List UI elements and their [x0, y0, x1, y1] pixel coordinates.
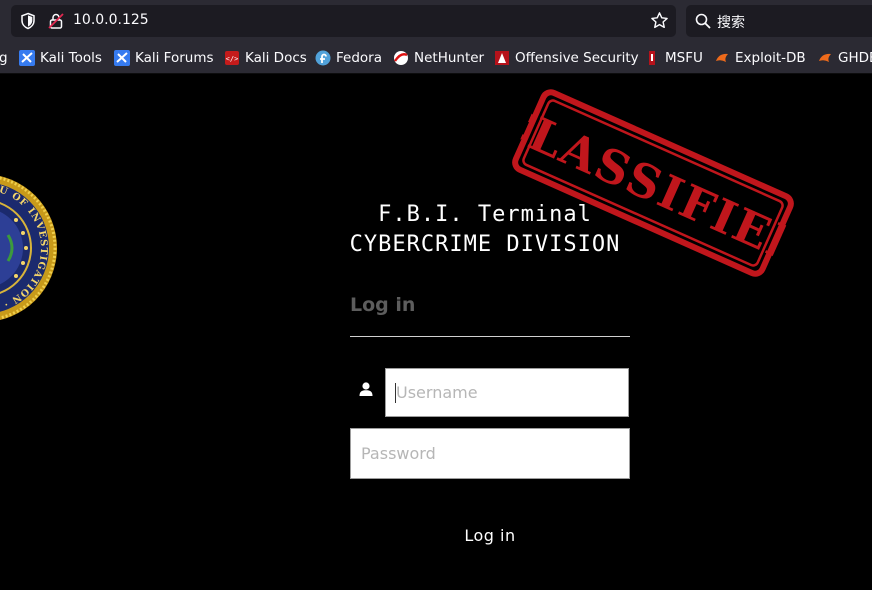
bookmark-msfu[interactable]: MSFU: [644, 49, 703, 67]
username-field-wrapper: [385, 368, 629, 417]
kali-icon: [114, 50, 130, 66]
bookmark-kali-forums[interactable]: Kali Forums: [114, 49, 214, 67]
exploit-db-icon: [716, 53, 728, 62]
user-icon: [359, 382, 373, 396]
login-button[interactable]: Log in: [440, 522, 540, 548]
url-text[interactable]: 10.0.0.125: [73, 12, 149, 28]
bookmark-star-icon[interactable]: [650, 11, 669, 30]
ghdb-icon: [819, 53, 831, 62]
bookmark-label: Kali Forums: [135, 50, 214, 66]
bookmark-kali-docs[interactable]: </> Kali Docs: [224, 49, 307, 67]
search-placeholder: 搜索: [717, 15, 745, 31]
address-bar[interactable]: 10.0.0.125: [11, 5, 676, 37]
bookmarks-toolbar: g Kali Tools Kali Forums </> Kali Docs F…: [0, 42, 872, 74]
bookmark-label: Offensive Security: [515, 50, 639, 66]
browser-toolbar: 10.0.0.125 搜索: [0, 0, 872, 42]
fbi-seal-logo: FEDERAL BUREAU OF INVESTIGATION · DEPART…: [0, 173, 57, 321]
bookmark-nethunter[interactable]: NetHunter: [393, 49, 484, 67]
bookmark-exploit-db[interactable]: Exploit-DB: [714, 49, 806, 67]
offsec-icon: [495, 51, 509, 65]
page-subtitle: CYBERCRIME DIVISION: [349, 232, 621, 257]
bookmark-label: MSFU: [665, 50, 703, 66]
kali-icon: [19, 50, 35, 66]
msfu-icon: [649, 51, 655, 65]
bookmark-label: GHDB: [838, 50, 872, 66]
bookmark-kali-tools[interactable]: Kali Tools: [19, 49, 102, 67]
text-caret: [395, 383, 396, 403]
bookmark-partial[interactable]: g: [0, 49, 8, 67]
username-input[interactable]: [386, 369, 628, 416]
page-content: FEDERAL BUREAU OF INVESTIGATION · DEPART…: [0, 75, 872, 590]
password-input[interactable]: [351, 429, 629, 478]
bookmark-label: Kali Docs: [245, 50, 307, 66]
bookmark-label: g: [0, 50, 8, 66]
fedora-icon: [315, 50, 331, 66]
tracking-protection-shield-icon[interactable]: [19, 12, 37, 30]
bookmark-label: Fedora: [336, 50, 382, 66]
insecure-lock-icon[interactable]: [47, 12, 65, 30]
login-heading: Log in: [350, 294, 416, 316]
svg-text:</>: </>: [226, 55, 239, 63]
nethunter-icon: [394, 51, 408, 65]
kali-docs-icon: </>: [225, 51, 239, 65]
search-icon: [695, 13, 711, 29]
page-title: F.B.I. Terminal: [378, 202, 592, 227]
bookmark-label: Exploit-DB: [735, 50, 806, 66]
bookmark-label: Kali Tools: [40, 50, 102, 66]
bookmark-ghdb[interactable]: GHDB: [817, 49, 872, 67]
bookmark-fedora[interactable]: Fedora: [315, 49, 382, 67]
bookmark-offensive-security[interactable]: Offensive Security: [494, 49, 639, 67]
heading-divider: [350, 336, 630, 337]
search-bar[interactable]: 搜索: [686, 5, 872, 37]
password-field-wrapper: [350, 428, 630, 479]
bookmark-label: NetHunter: [414, 50, 485, 66]
